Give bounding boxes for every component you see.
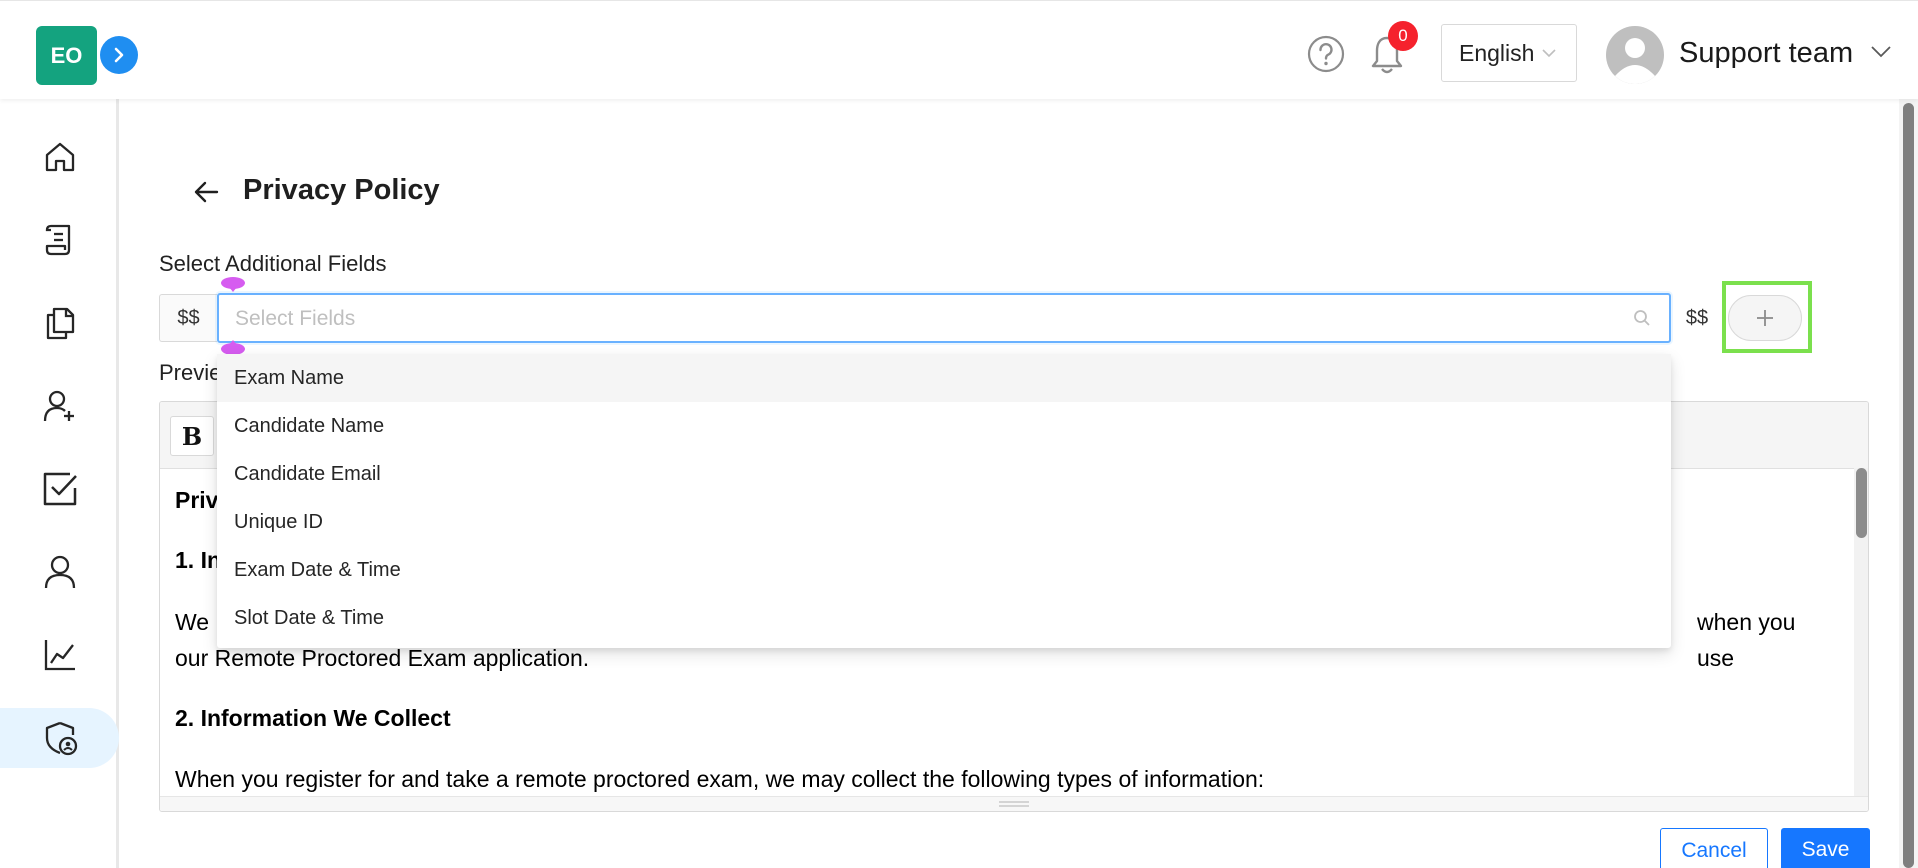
user-avatar-icon xyxy=(1615,38,1655,84)
scroll-icon xyxy=(45,224,70,256)
expand-sidebar-button[interactable] xyxy=(100,36,138,74)
sidebar xyxy=(0,98,119,868)
sidebar-item-home[interactable] xyxy=(0,127,119,187)
checkbox-icon xyxy=(43,472,77,506)
documents-icon xyxy=(46,307,74,340)
top-bar: EO 0 English Support team xyxy=(0,0,1918,99)
editor-para-1-end: when you use xyxy=(1697,609,1796,671)
addon-before: $$ xyxy=(159,294,217,342)
editor-section-2: 2. Information We Collect xyxy=(175,705,451,731)
sidebar-item-users[interactable] xyxy=(0,542,119,602)
sidebar-item-exams[interactable] xyxy=(0,210,119,270)
editor-resize-handle[interactable] xyxy=(160,796,1868,811)
save-button[interactable]: Save xyxy=(1781,828,1870,868)
page-title: Privacy Policy xyxy=(243,174,440,206)
chevron-right-icon xyxy=(114,47,124,63)
select-placeholder: Select Fields xyxy=(235,307,356,330)
preview-label: Previe xyxy=(159,360,222,385)
user-avatar[interactable] xyxy=(1606,26,1664,84)
editor-para-1-start: We xyxy=(175,609,210,635)
shield-user-icon xyxy=(45,721,77,756)
dropdown-option[interactable]: Candidate Email xyxy=(217,450,1671,498)
language-select[interactable]: English xyxy=(1441,24,1577,82)
bold-button[interactable]: B xyxy=(170,416,214,456)
plus-icon xyxy=(1757,310,1773,326)
help-button[interactable] xyxy=(1307,35,1345,77)
sidebar-item-privacy[interactable] xyxy=(0,708,119,768)
sidebar-item-documents[interactable] xyxy=(0,293,119,353)
fields-dropdown: Exam Name Candidate Name Candidate Email… xyxy=(217,354,1671,648)
notification-count-badge: 0 xyxy=(1388,21,1418,51)
user-name[interactable]: Support team xyxy=(1679,37,1853,70)
select-fields-label: Select Additional Fields xyxy=(159,251,387,276)
app-logo[interactable]: EO xyxy=(36,26,97,85)
addon-after: $$ xyxy=(1685,306,1709,329)
add-field-button[interactable] xyxy=(1728,295,1802,341)
editor-scrollbar-thumb[interactable] xyxy=(1856,468,1867,538)
language-value: English xyxy=(1459,39,1535,66)
search-icon xyxy=(1634,310,1650,326)
dropdown-option[interactable]: Exam Date & Time xyxy=(217,546,1671,594)
editor-para-2: When you register for and take a remote … xyxy=(175,766,1265,792)
chart-icon xyxy=(44,640,75,671)
cursor-handle-top-icon xyxy=(221,277,245,292)
resize-grip-icon xyxy=(999,801,1029,807)
add-user-icon xyxy=(43,390,74,422)
editor-heading: Priv xyxy=(175,487,219,513)
select-fields-input[interactable]: Select Fields xyxy=(217,293,1671,343)
dropdown-option[interactable]: Slot Date & Time xyxy=(217,594,1671,642)
cancel-button[interactable]: Cancel xyxy=(1660,828,1768,868)
back-arrow-icon[interactable] xyxy=(193,180,219,204)
dropdown-option[interactable]: Exam Name xyxy=(217,354,1671,402)
sidebar-item-reports[interactable] xyxy=(0,625,119,685)
help-icon xyxy=(1307,35,1345,73)
chevron-down-icon xyxy=(1542,48,1557,57)
sidebar-item-add-user[interactable] xyxy=(0,376,119,436)
page-scrollbar-thumb[interactable] xyxy=(1903,103,1914,868)
sidebar-item-tasks[interactable] xyxy=(0,459,119,519)
user-icon xyxy=(44,555,75,589)
home-icon xyxy=(45,142,74,172)
editor-section-1: 1. In xyxy=(175,547,222,573)
dropdown-option[interactable]: Candidate Name xyxy=(217,402,1671,450)
dropdown-option[interactable]: Unique ID xyxy=(217,498,1671,546)
chevron-down-icon[interactable] xyxy=(1870,45,1892,59)
